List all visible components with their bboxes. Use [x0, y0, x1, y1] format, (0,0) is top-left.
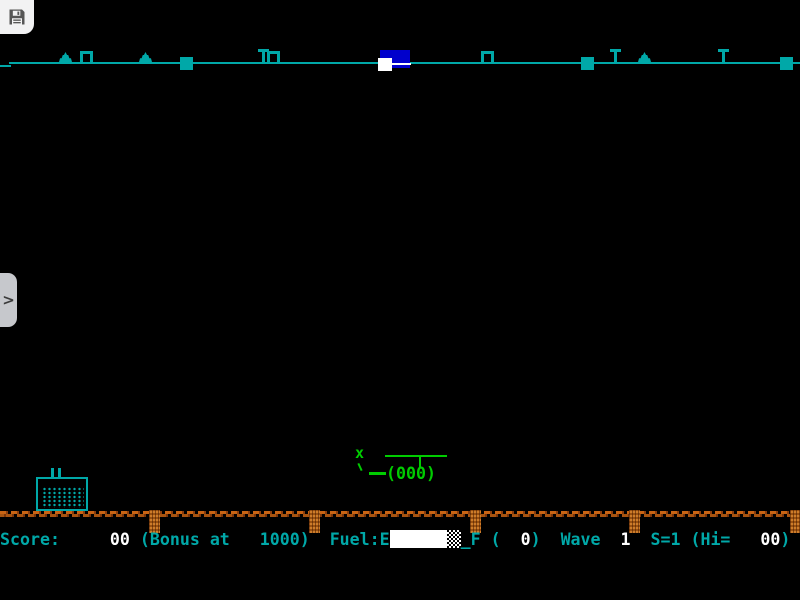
helicopter-tail-tick: [357, 463, 362, 471]
helicopter-tail-rotor: x: [355, 445, 364, 461]
game-screen[interactable]: x (000) Score: 00 (Bonus at 1000) Fuel:E…: [0, 0, 800, 600]
skyline-structure-square: [581, 57, 594, 70]
skyline-structure-pyramid: [638, 52, 651, 62]
bonus-and-fuel-label: (Bonus at 1000) Fuel:E: [130, 530, 390, 549]
skyline-structure-pi: [267, 51, 280, 63]
skyline-structure-tee: [718, 49, 729, 64]
ground-dashes-bottom: [0, 514, 800, 517]
wave-label: ) Wave: [531, 530, 621, 549]
save-button[interactable]: [0, 0, 34, 34]
fuel-gauge-fill: [390, 530, 447, 548]
station-white-line: [392, 63, 411, 65]
skyline-structure-tee: [610, 49, 621, 64]
fuel-gauge-suffix: _F (: [461, 530, 521, 549]
helicopter-body: (000): [386, 464, 436, 484]
skyline-structure-square: [780, 57, 793, 70]
fuel-depot-fill-dots: [42, 487, 84, 508]
skyline-structure-pyramid: [139, 52, 152, 62]
floppy-disk-icon: [7, 7, 27, 27]
helicopter-tail-boom: [369, 472, 386, 475]
helicopter-rotor: [385, 455, 447, 457]
chevron-right-icon: >: [2, 291, 15, 309]
count-value: 0: [521, 530, 531, 549]
skyline-ledge: [0, 65, 11, 67]
score-value: 00: [110, 530, 130, 549]
wave-value: 1: [621, 530, 631, 549]
hi-score-value: 00: [760, 530, 780, 549]
status-bar: Score: 00 (Bonus at 1000) Fuel:E _F ( 0 …: [0, 528, 800, 550]
skyline-structure-pi: [481, 51, 494, 63]
stage-hi-label: S=1 (Hi=: [631, 530, 761, 549]
fuel-gauge: [390, 530, 461, 548]
skyline-structure-pyramid: [59, 52, 72, 62]
skyline-structure-pi: [80, 51, 93, 63]
fuel-gauge-dither: [447, 530, 461, 548]
station-pad-square: [378, 58, 392, 71]
hi-close-paren: ): [780, 530, 790, 549]
expand-sidebar-tab[interactable]: >: [0, 273, 17, 327]
skyline-structure-square: [180, 57, 193, 70]
score-label: Score:: [0, 530, 110, 549]
